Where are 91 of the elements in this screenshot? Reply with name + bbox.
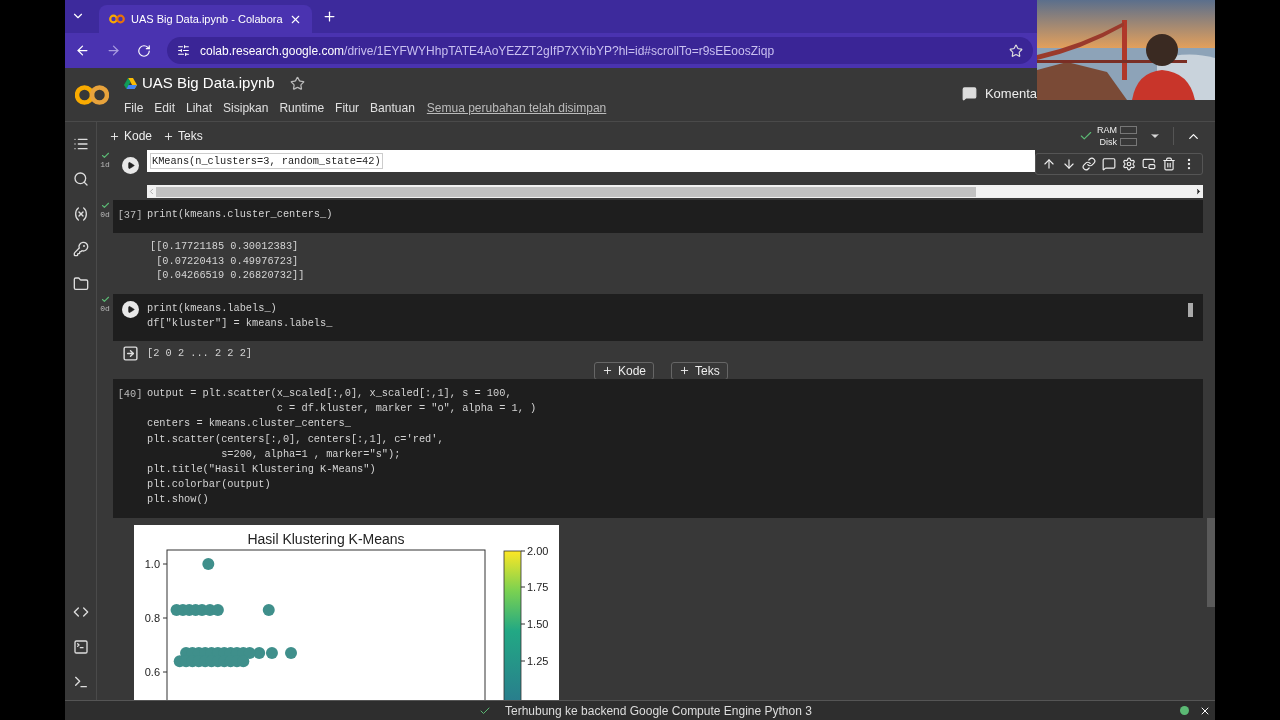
menu-item[interactable]: Edit — [154, 99, 176, 118]
cell-run-time: 1d — [100, 160, 110, 169]
output-line: [2 0 2 ... 2 2 2] — [147, 345, 253, 361]
code-icon[interactable] — [72, 604, 89, 620]
forward-icon[interactable] — [106, 43, 121, 58]
done-check-icon — [100, 151, 110, 160]
done-check-icon — [100, 294, 110, 304]
menu-item[interactable]: Sisipkan — [223, 99, 269, 118]
code-line: s=200, alpha=1 , marker="s"); — [220, 446, 401, 462]
colorbar-tick: 1.75 — [520, 580, 549, 593]
menu-item[interactable]: Runtime — [279, 99, 325, 118]
code-line: output = plt.scatter(x_scaled[:,0], x_scaled[:,1], s = 100, — [147, 385, 512, 401]
add-cell-button[interactable]: Teks — [163, 127, 203, 145]
address-bar[interactable]: colab.research.google.com/drive/1EYFWYHhpTATE4AoYEZZT2gIfP7XYibYP?hl=id#scrollTo=r9sEEoosZiqp — [167, 37, 1033, 64]
menu-item[interactable]: Lihat — [186, 99, 213, 118]
colorbar-tick: 2.00 — [520, 544, 549, 557]
colorbar-tick: 1.25 — [520, 654, 549, 667]
back-icon[interactable] — [75, 43, 90, 58]
bookmark-star-icon[interactable] — [1009, 43, 1023, 58]
code-line: centers = kmeans.cluster_centers_ — [147, 416, 351, 432]
output-line: [0.04266519 0.26820732]] — [155, 268, 306, 283]
resource-meter[interactable]: RAM Disk — [1097, 124, 1137, 148]
output-line: [[0.17721185 0.30012383] — [150, 239, 300, 254]
colab-logo — [75, 83, 109, 106]
plus-icon — [163, 130, 175, 142]
command-palette-icon[interactable] — [72, 639, 89, 655]
reload-icon[interactable] — [137, 43, 151, 58]
folder-icon[interactable] — [72, 276, 89, 292]
key-icon[interactable] — [72, 241, 89, 257]
cell-run-time: 0d — [100, 303, 110, 313]
code-line: print(kmeans.labels_) — [147, 300, 277, 316]
resource-label: Disk — [1099, 136, 1117, 148]
mirror-cell-icon[interactable] — [1142, 157, 1156, 171]
tab-title: UAS Big Data.ipynb - Colabora — [131, 11, 283, 27]
resource-label: RAM — [1097, 124, 1117, 136]
menu-item[interactable]: Fitur — [335, 99, 360, 118]
execution-count: [40] — [117, 386, 143, 402]
execution-count: [37] — [117, 208, 143, 223]
drive-icon — [124, 77, 137, 89]
add-cell-button[interactable]: Kode — [109, 127, 153, 145]
plus-icon — [679, 365, 691, 377]
y-tick: 0.6 — [144, 665, 168, 678]
comment-button[interactable]: Komenta — [961, 83, 1037, 104]
output-line: [0.07220413 0.49976723] — [155, 253, 300, 268]
code-editor[interactable]: KMeans(n_clusters=3, random_state=42) — [147, 150, 1035, 172]
comment-icon[interactable] — [1102, 157, 1116, 171]
code-line: c = df.kluster, marker = "o", alpha = 1, ) — [275, 401, 537, 417]
url-text: colab.research.google.com/drive/1EYFWYHhpTATE4AoYEZZT2gIfP7XYibYP?hl=id#scrollTo=r9sEEoosZiqp — [200, 42, 776, 60]
colorbar-tick: 1.50 — [520, 617, 549, 630]
comment-icon — [961, 86, 977, 101]
code-line: df["kluster"] = kmeans.labels_ — [147, 315, 333, 331]
run-button[interactable] — [121, 300, 139, 318]
scrollbar-thumb[interactable] — [1207, 518, 1215, 607]
code-line: print(kmeans.cluster_centers_) — [147, 207, 333, 222]
table-of-contents-icon[interactable] — [72, 136, 89, 152]
move-down-icon[interactable] — [1062, 157, 1076, 171]
delete-icon[interactable] — [1162, 157, 1176, 171]
save-status-link[interactable]: Semua perubahan telah disimpan — [426, 99, 607, 118]
run-button[interactable] — [121, 157, 139, 174]
output-icon[interactable] — [121, 344, 139, 362]
settings-icon[interactable] — [1122, 157, 1136, 171]
code-line: plt.title("Hasil Klustering K-Means") — [147, 461, 376, 477]
horizontal-scrollbar[interactable] — [147, 185, 1203, 198]
notebook-title[interactable]: UAS Big Data.ipynb — [142, 71, 275, 95]
search-icon[interactable] — [72, 171, 89, 187]
plus-icon — [602, 365, 613, 377]
code-line: plt.scatter(centers[:,0], centers[:,1], c='red', — [147, 431, 444, 447]
code-line: plt.colorbar(output) — [147, 477, 271, 493]
y-tick: 1.0 — [144, 557, 168, 570]
status-text: Terhubung ke backend Google Compute Engine Python 3 — [505, 702, 812, 720]
browser-tab[interactable]: UAS Big Data.ipynb - Colabora — [99, 5, 312, 33]
site-settings-icon[interactable] — [177, 44, 190, 57]
add-cell-button[interactable]: Kode — [594, 361, 655, 380]
terminal-icon[interactable] — [72, 674, 89, 690]
chart-title: Hasil Klustering K-Means — [247, 530, 405, 547]
menu-item[interactable]: Bantuan — [370, 99, 415, 118]
done-check-icon — [100, 201, 110, 210]
star-icon[interactable] — [289, 75, 305, 91]
link-icon[interactable] — [1082, 157, 1096, 171]
move-up-icon[interactable] — [1042, 157, 1056, 171]
plus-icon — [109, 130, 120, 142]
cell-run-time: 0d — [100, 210, 110, 219]
code-line: plt.show() — [147, 492, 209, 508]
new-tab-icon[interactable] — [321, 9, 337, 24]
menu-item[interactable]: File — [124, 99, 144, 118]
scroll-indicator — [1188, 302, 1193, 317]
y-tick: 0.8 — [144, 611, 168, 624]
variables-icon[interactable] — [72, 206, 89, 222]
scroll-right-icon[interactable] — [1194, 187, 1203, 196]
add-cell-button[interactable]: Teks — [671, 361, 728, 380]
colab-logo-icon — [109, 14, 125, 24]
